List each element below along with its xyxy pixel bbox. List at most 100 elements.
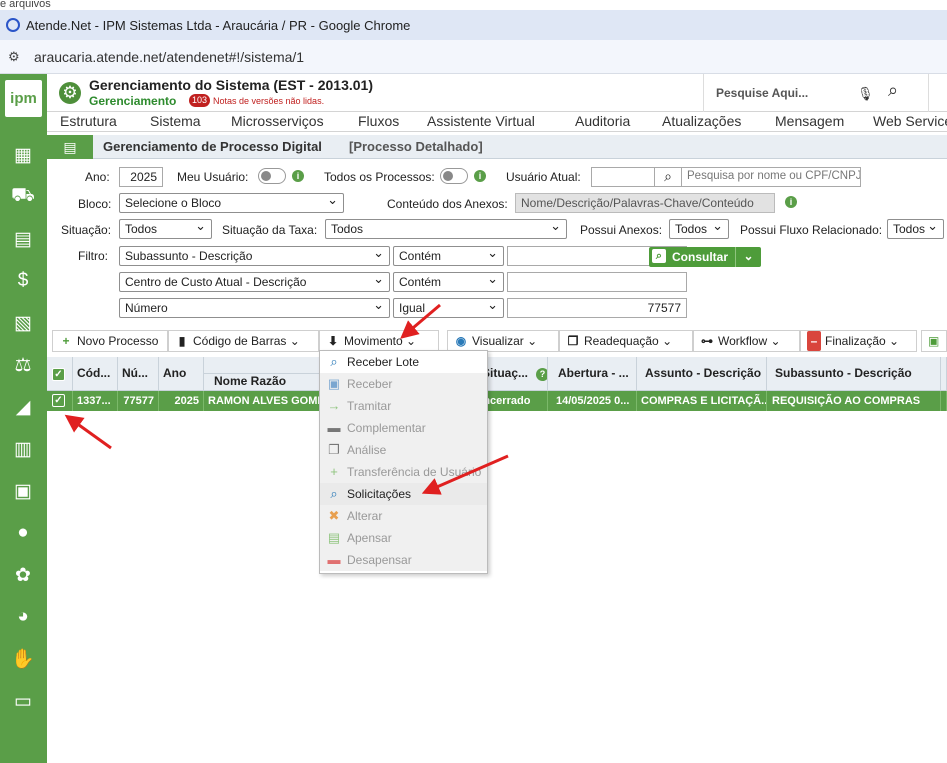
table-cell-numero[interactable]: 77577 <box>118 391 159 411</box>
gear-icon[interactable]: ✿ <box>10 564 36 586</box>
notes-count-badge[interactable]: 103 <box>189 94 211 107</box>
ano-field[interactable]: 2025 <box>119 167 163 187</box>
menu-microsservicos[interactable]: Microsserviços <box>231 112 324 132</box>
menu-estrutura[interactable]: Estrutura <box>60 112 117 132</box>
visualizar-button[interactable]: ◉ Visualizar ⌄ <box>447 330 559 352</box>
meu-usuario-toggle[interactable] <box>258 168 286 184</box>
filter-value-field[interactable] <box>507 272 687 292</box>
finalizacao-button[interactable]: – Finalização ⌄ <box>800 330 917 352</box>
building-icon[interactable]: ▥ <box>10 438 36 460</box>
table-cell-ano[interactable]: 2025 <box>159 391 204 411</box>
menu-item-receber-lote[interactable]: ⌕ Receber Lote <box>320 351 487 373</box>
menu-web-services[interactable]: Web Services <box>873 112 947 132</box>
novo-processo-button[interactable]: + Novo Processo <box>52 330 168 352</box>
col-ano[interactable]: Ano <box>159 357 204 391</box>
menu-item-apensar[interactable]: ▤ Apensar <box>320 527 487 549</box>
possui-fluxo-label: Possui Fluxo Relacionado: <box>740 223 883 237</box>
codigo-barras-button[interactable]: ▮ Código de Barras ⌄ <box>168 330 319 352</box>
select-all-header[interactable]: ✓ <box>47 357 73 391</box>
calendar-icon[interactable]: ▣ <box>921 330 947 352</box>
global-search[interactable]: Pesquise Aqui... 🎙 ⌕ <box>703 74 929 112</box>
hand-stop-icon[interactable]: ✋ <box>10 648 36 670</box>
plus-icon: + <box>62 334 70 348</box>
document-tools-icon[interactable]: ▧ <box>10 312 36 334</box>
filter-operator-select[interactable]: Igual <box>393 298 504 318</box>
chart-icon[interactable]: ◢ <box>10 396 36 418</box>
pie-chart-icon[interactable]: ◕ <box>10 606 36 628</box>
menu-fluxos[interactable]: Fluxos <box>358 112 399 132</box>
calculator-icon[interactable]: ▦ <box>10 144 36 166</box>
filter-value-field[interactable]: 77577 <box>507 298 687 318</box>
info-icon[interactable]: i <box>785 196 797 208</box>
todos-processos-toggle[interactable] <box>440 168 468 184</box>
col-codigo[interactable]: Cód... <box>73 357 118 391</box>
conteudo-anexos-field[interactable]: Nome/Descrição/Palavras-Chave/Conteúdo <box>515 193 775 213</box>
col-assunto[interactable]: Assunto - Descrição <box>637 357 767 391</box>
checkbox-icon[interactable]: ✓ <box>52 394 65 407</box>
calculator-grid-icon[interactable]: ▣ <box>10 480 36 502</box>
info-icon[interactable]: i <box>474 170 486 182</box>
info-icon[interactable]: i <box>292 170 304 182</box>
microphone-icon[interactable]: 🎙 <box>857 86 874 102</box>
address-bar[interactable]: ⚙ araucaria.atende.net/atendenet#!/siste… <box>0 40 947 74</box>
consultar-button[interactable]: ⌕ Consultar ⌄ <box>649 247 761 267</box>
menu-auditoria[interactable]: Auditoria <box>575 112 630 132</box>
workflow-button[interactable]: ⊶ Workflow ⌄ <box>693 330 800 352</box>
filter-operator-select[interactable]: Contém <box>393 246 504 266</box>
row-checkbox-cell[interactable]: ✓ <box>47 391 73 411</box>
checkbox-icon[interactable]: ✓ <box>52 368 65 381</box>
pesquisa-nome-field[interactable]: Pesquisa por nome ou CPF/CNPJ <box>681 167 861 187</box>
col-subassunto[interactable]: Subassunto - Descrição <box>767 357 941 391</box>
table-cell-codigo[interactable]: 1337... <box>73 391 118 411</box>
filter-field-select[interactable]: Subassunto - Descrição <box>119 246 390 266</box>
possui-fluxo-select[interactable]: Todos <box>887 219 944 239</box>
hand-money-icon[interactable]: $ <box>10 270 36 292</box>
menu-item-alterar[interactable]: ✖ Alterar <box>320 505 487 527</box>
user-screen-icon[interactable]: ▭ <box>10 690 36 712</box>
chevron-down-icon[interactable]: ⌄ <box>735 247 761 267</box>
search-input[interactable]: Pesquise Aqui... <box>716 86 808 100</box>
page-title-bar: ▤ Gerenciamento de Processo Digital [Pro… <box>47 135 947 159</box>
app-header: ⚙ Gerenciamento do Sistema (EST - 2013.0… <box>47 74 947 112</box>
ipm-logo[interactable]: ipm <box>5 80 42 117</box>
search-icon[interactable]: ⌕ <box>654 167 682 187</box>
situacao-taxa-select[interactable]: Todos <box>325 219 567 239</box>
help-icon[interactable]: ? <box>536 368 547 381</box>
movimento-button[interactable]: ⬇ Movimento ⌄ <box>319 330 439 352</box>
filter-field-select[interactable]: Centro de Custo Atual - Descrição <box>119 272 390 292</box>
menu-item-complementar[interactable]: ▬ Complementar <box>320 417 487 439</box>
menu-mensagem[interactable]: Mensagem <box>775 112 844 132</box>
menu-item-analise[interactable]: ❐ Análise <box>320 439 487 461</box>
site-settings-icon[interactable]: ⚙ <box>8 49 24 65</box>
filter-operator-select[interactable]: Contém <box>393 272 504 292</box>
table-cell-subassunto[interactable]: REQUISIÇÃO AO COMPRAS <box>767 391 941 411</box>
clipboard-user-icon[interactable]: ▤ <box>10 228 36 250</box>
bloco-select[interactable]: Selecione o Bloco <box>119 193 344 213</box>
menu-sistema[interactable]: Sistema <box>150 112 201 132</box>
search-icon[interactable]: ⌕ <box>888 80 898 101</box>
situacao-select[interactable]: Todos <box>119 219 212 239</box>
truck-icon[interactable]: ⛟ <box>10 185 36 208</box>
menu-assistente-virtual[interactable]: Assistente Virtual <box>427 112 535 132</box>
filter-field-select[interactable]: Número <box>119 298 390 318</box>
usuario-atual-field[interactable] <box>591 167 655 187</box>
menu-item-receber[interactable]: ▣ Receber <box>320 373 487 395</box>
notes-link[interactable]: Notas de versões não lidas. <box>213 96 324 106</box>
workflow-icon: ⊶ <box>701 334 713 348</box>
system-subtitle: Gerenciamento <box>89 94 177 108</box>
possui-anexos-select[interactable]: Todos <box>669 219 729 239</box>
readequacao-button[interactable]: ❐ Readequação ⌄ <box>559 330 693 352</box>
menu-item-transferencia[interactable]: + Transferência de Usuário <box>320 461 487 483</box>
url-text[interactable]: araucaria.atende.net/atendenet#!/sistema… <box>34 49 304 65</box>
col-numero[interactable]: Nú... <box>118 357 159 391</box>
table-cell-assunto[interactable]: COMPRAS E LICITAÇÃ... <box>637 391 767 411</box>
document-icon: ▤ <box>47 135 93 159</box>
menu-item-solicitacoes[interactable]: ⌕ Solicitações <box>320 483 487 505</box>
col-abertura[interactable]: Abertura - ... <box>548 357 637 391</box>
menu-atualizacoes[interactable]: Atualizações <box>662 112 741 132</box>
menu-item-desapensar[interactable]: ▬ Desapensar <box>320 549 487 571</box>
table-cell-abertura[interactable]: 14/05/2025 0... <box>548 391 637 411</box>
scale-icon[interactable]: ⚖ <box>10 354 36 376</box>
user-gear-icon[interactable]: ● <box>10 522 36 544</box>
menu-item-tramitar[interactable]: → Tramitar <box>320 395 487 417</box>
